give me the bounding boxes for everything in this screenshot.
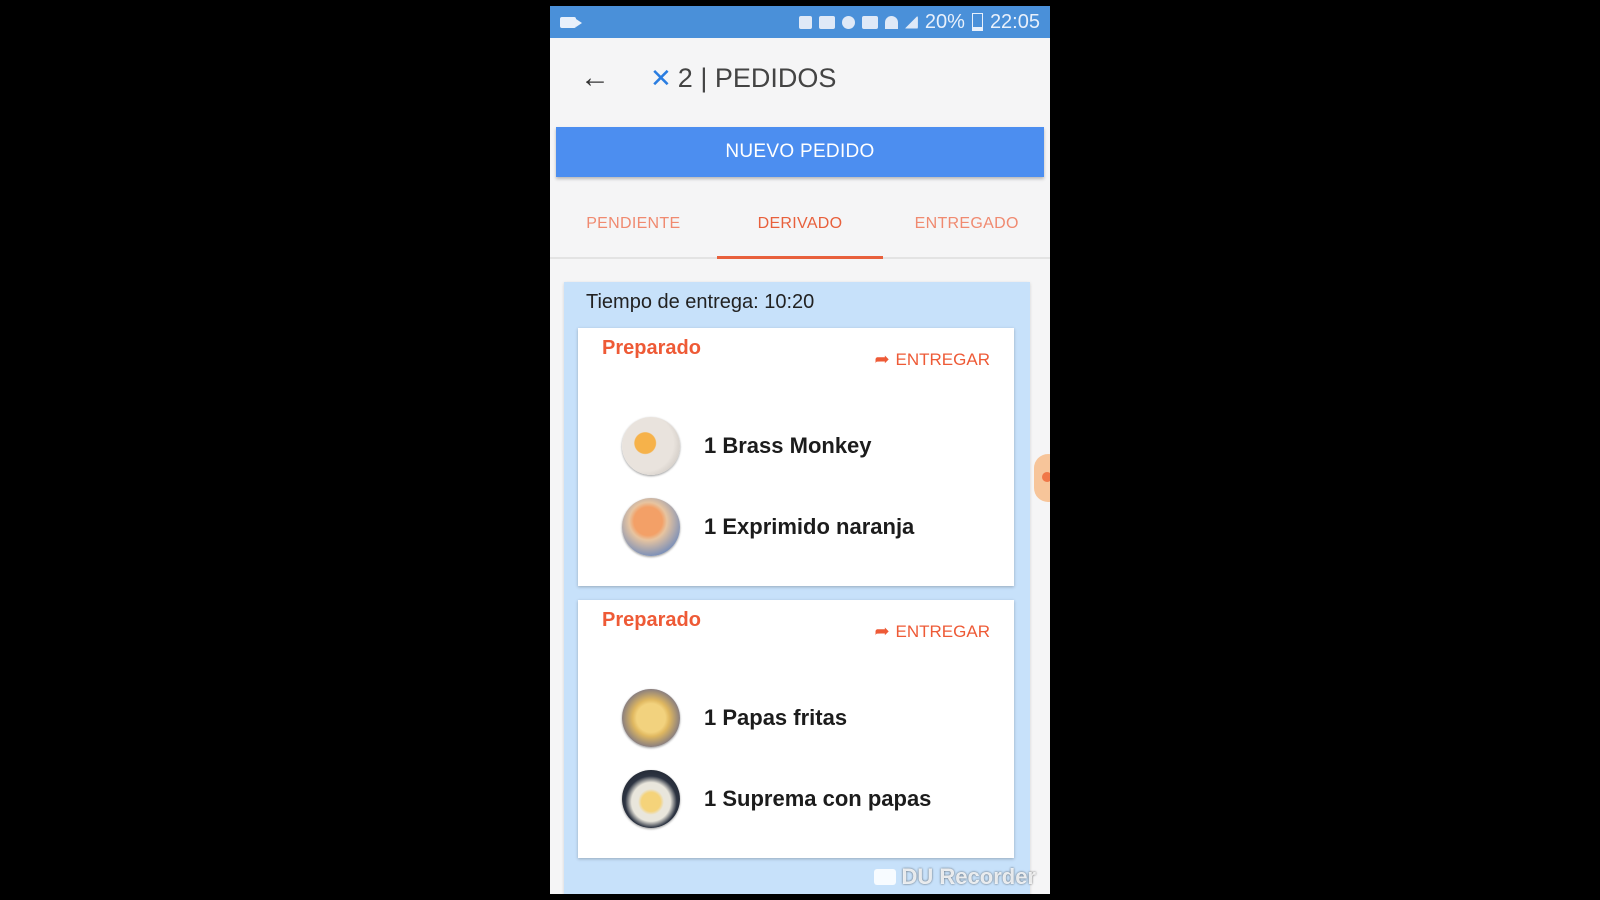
hd-icon (861, 15, 878, 29)
order-card: Preparado ➦ ENTREGAR 1 Papas fritas 1 Su… (578, 600, 1014, 858)
order-tabs: PENDIENTE DERIVADO ENTREGADO (550, 191, 1050, 259)
page-title: 2 | PEDIDOS (677, 62, 837, 93)
deliver-label: ENTREGAR (895, 349, 990, 369)
arrow-left-icon[interactable]: ← (580, 61, 650, 95)
floating-bubble[interactable] (1034, 454, 1050, 502)
wifi-icon (884, 15, 898, 29)
order-item: 1 Brass Monkey (622, 417, 872, 475)
item-label: 1 Brass Monkey (704, 433, 872, 458)
recorder-watermark: DU Recorder (873, 864, 1036, 890)
tab-entregado[interactable]: ENTREGADO (883, 191, 1050, 257)
alarm-icon (841, 15, 855, 29)
deliver-button[interactable]: ➦ ENTREGAR (874, 621, 990, 642)
tab-pendiente[interactable]: PENDIENTE (550, 191, 717, 257)
phone-screen: 20% 22:05 ← ✕ 2 | PEDIDOS NUEVO PEDIDO P… (550, 6, 1050, 894)
item-label: 1 Papas fritas (704, 705, 848, 730)
deliver-button[interactable]: ➦ ENTREGAR (874, 349, 990, 370)
drink-thumbnail (622, 417, 680, 475)
orders-panel: Tiempo de entrega: 10:20 Preparado ➦ ENT… (564, 282, 1030, 894)
order-status: Preparado (602, 337, 701, 359)
nfc-icon (798, 15, 812, 29)
watermark-label: DU Recorder (901, 864, 1036, 889)
delivery-time: Tiempo de entrega: 10:20 (586, 291, 815, 313)
french-fries-thumbnail (622, 689, 680, 747)
deliver-label: ENTREGAR (895, 621, 990, 641)
orange-juice-thumbnail (622, 498, 680, 556)
video-camera-icon (873, 869, 896, 885)
share-arrow-icon: ➦ (874, 349, 890, 369)
order-item: 1 Exprimido naranja (622, 498, 914, 556)
status-bar: 20% 22:05 (550, 6, 1050, 38)
order-card: Preparado ➦ ENTREGAR 1 Brass Monkey 1 Ex… (578, 328, 1014, 586)
order-status: Preparado (602, 609, 701, 631)
cutlery-icon: ✕ (650, 62, 672, 93)
mute-icon (818, 15, 835, 29)
chicken-plate-thumbnail (622, 770, 680, 828)
tab-derivado[interactable]: DERIVADO (716, 191, 884, 259)
battery-icon (971, 13, 983, 31)
item-label: 1 Exprimido naranja (704, 514, 915, 539)
battery-percent: 20% (924, 10, 965, 33)
app-header: ← ✕ 2 | PEDIDOS (550, 38, 1050, 118)
video-camera-icon (560, 16, 582, 28)
signal-icon (904, 15, 918, 29)
order-item: 1 Suprema con papas (622, 770, 931, 828)
page-title-group: ✕ 2 | PEDIDOS (650, 63, 836, 94)
new-order-button[interactable]: NUEVO PEDIDO (556, 127, 1044, 177)
share-arrow-icon: ➦ (874, 621, 890, 641)
item-label: 1 Suprema con papas (704, 786, 932, 811)
order-item: 1 Papas fritas (622, 689, 847, 747)
clock: 22:05 (989, 10, 1040, 33)
